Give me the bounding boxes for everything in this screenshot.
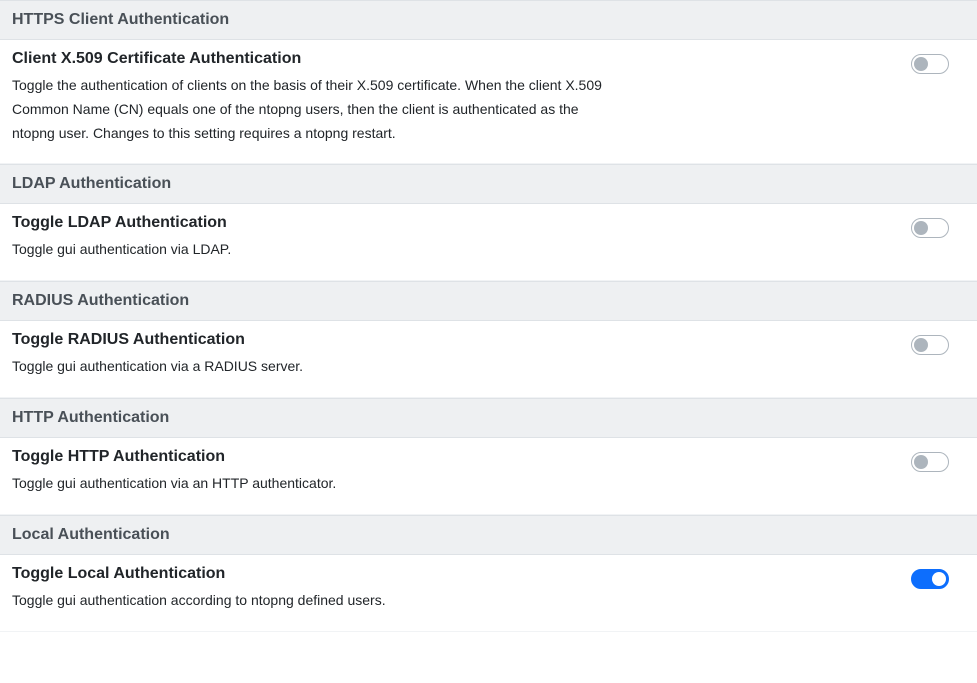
item-title-x509: Client X.509 Certificate Authentication: [12, 50, 612, 68]
section-content: Client X.509 Certificate Authentication …: [12, 50, 612, 145]
toggle-radius-auth[interactable]: [911, 335, 949, 355]
item-desc-radius: Toggle gui authentication via a RADIUS s…: [12, 355, 612, 379]
section-header-http: HTTP Authentication: [0, 398, 977, 438]
toggle-wrap: [911, 331, 965, 355]
section-body-https: Client X.509 Certificate Authentication …: [0, 40, 977, 164]
section-header-title: Local Authentication: [12, 526, 965, 544]
toggle-http-auth[interactable]: [911, 452, 949, 472]
item-desc-local: Toggle gui authentication according to n…: [12, 589, 612, 613]
item-desc-ldap: Toggle gui authentication via LDAP.: [12, 238, 612, 262]
section-header-title: LDAP Authentication: [12, 175, 965, 193]
item-desc-x509: Toggle the authentication of clients on …: [12, 74, 612, 145]
toggle-local-auth[interactable]: [911, 569, 949, 589]
item-title-local: Toggle Local Authentication: [12, 565, 612, 583]
toggle-wrap: [911, 448, 965, 472]
section-body-local: Toggle Local Authentication Toggle gui a…: [0, 555, 977, 632]
section-body-http: Toggle HTTP Authentication Toggle gui au…: [0, 438, 977, 515]
item-title-http: Toggle HTTP Authentication: [12, 448, 612, 466]
section-header-title: HTTP Authentication: [12, 409, 965, 427]
item-title-radius: Toggle RADIUS Authentication: [12, 331, 612, 349]
section-content: Toggle LDAP Authentication Toggle gui au…: [12, 214, 612, 262]
section-header-title: HTTPS Client Authentication: [12, 11, 965, 29]
toggle-wrap: [911, 50, 965, 74]
section-content: Toggle HTTP Authentication Toggle gui au…: [12, 448, 612, 496]
section-content: Toggle RADIUS Authentication Toggle gui …: [12, 331, 612, 379]
section-header-local: Local Authentication: [0, 515, 977, 555]
section-header-ldap: LDAP Authentication: [0, 164, 977, 204]
item-desc-http: Toggle gui authentication via an HTTP au…: [12, 472, 612, 496]
toggle-wrap: [911, 214, 965, 238]
toggle-ldap-auth[interactable]: [911, 218, 949, 238]
section-content: Toggle Local Authentication Toggle gui a…: [12, 565, 612, 613]
toggle-x509-auth[interactable]: [911, 54, 949, 74]
section-header-title: RADIUS Authentication: [12, 292, 965, 310]
item-title-ldap: Toggle LDAP Authentication: [12, 214, 612, 232]
toggle-wrap: [911, 565, 965, 589]
section-header-https: HTTPS Client Authentication: [0, 0, 977, 40]
section-body-radius: Toggle RADIUS Authentication Toggle gui …: [0, 321, 977, 398]
section-header-radius: RADIUS Authentication: [0, 281, 977, 321]
section-body-ldap: Toggle LDAP Authentication Toggle gui au…: [0, 204, 977, 281]
